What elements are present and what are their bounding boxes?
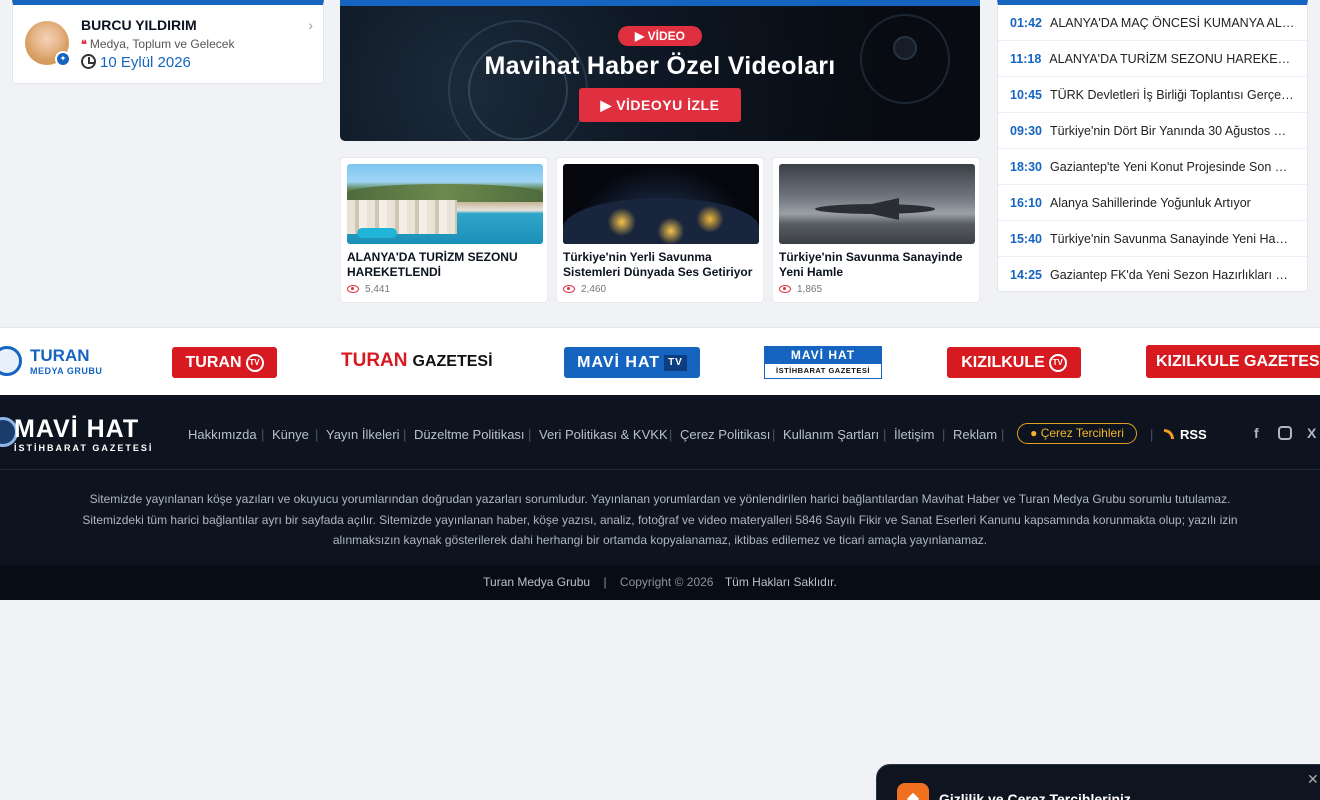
news-image[interactable] xyxy=(347,164,543,244)
news-card[interactable]: ALANYA'DA TURİZM SEZONU HAREKETLENDİ 5,4… xyxy=(340,157,548,303)
divider: | xyxy=(603,575,607,589)
divider: | xyxy=(528,427,532,442)
copyright: Copyright © 2026 xyxy=(619,575,714,589)
footer-link-kunye[interactable]: Künye xyxy=(272,427,309,442)
news-image[interactable] xyxy=(563,164,759,244)
watch-video-button[interactable]: ▶ VİDEOYU İZLE xyxy=(579,88,741,122)
eye-icon xyxy=(779,285,791,293)
news-views: 2,460 xyxy=(563,284,606,295)
footer-link-iletisim[interactable]: İletişim xyxy=(894,427,934,442)
author-card[interactable]: ✦ BURCU YILDIRIM ❝ Medya, Toplum ve Gelec… xyxy=(12,0,324,84)
divider: | xyxy=(669,427,673,442)
divider: | xyxy=(261,427,265,442)
footer-link-cerez-politikasi[interactable]: Çerez Politikası xyxy=(680,427,770,442)
footer-link-duzeltme[interactable]: Düzeltme Politikası xyxy=(414,427,525,442)
quote-icon: ❝ xyxy=(81,39,87,51)
turan-medya-logo[interactable]: TURAN MEDYA GRUBU xyxy=(0,344,120,376)
author-name: BURCU YILDIRIM xyxy=(81,17,197,33)
author-date: 10 Eylül 2026 xyxy=(81,54,191,71)
chevron-right-icon[interactable]: › xyxy=(308,17,313,33)
cookie-icon: ● xyxy=(1030,426,1041,440)
turan-gazetesi-logo[interactable]: TURAN GAZETESİ xyxy=(341,350,493,380)
news-card[interactable]: Türkiye'nin Yerli Savunma Sistemleri Dün… xyxy=(556,157,764,303)
pool xyxy=(357,228,397,238)
footer-link-kullanim-sartlari[interactable]: Kullanım Şartları xyxy=(783,427,879,442)
compass-icon: ✦ xyxy=(55,51,71,67)
play-icon: ▶ xyxy=(635,29,648,43)
close-icon[interactable]: ✕ xyxy=(1307,771,1319,788)
divider: | xyxy=(772,427,776,442)
divider: | xyxy=(1001,427,1005,442)
author-column: ❝ Medya, Toplum ve Gelecek xyxy=(81,37,235,51)
turan-tv-logo[interactable]: TURAN TV xyxy=(172,347,277,378)
eye-icon xyxy=(347,285,359,293)
facebook-icon[interactable]: f xyxy=(1254,425,1259,441)
list-item[interactable]: 01:42 ALANYA'DA MAÇ ÖNCESİ KUMANYA ALIMI xyxy=(998,5,1307,41)
aircraft-wing xyxy=(849,198,899,220)
divider: | xyxy=(403,427,407,442)
video-title: Mavihat Haber Özel Videoları xyxy=(484,52,836,80)
cookie-icon: ◆ xyxy=(897,783,929,800)
list-item[interactable]: 09:30 Türkiye'nin Dört Bir Yanında 30 Ağu… xyxy=(998,113,1307,149)
rights-text: Tüm Hakları Saklıdır. xyxy=(724,575,837,589)
video-badge: ▶ VİDEO xyxy=(618,26,702,46)
play-icon: ▶ xyxy=(600,97,617,113)
cookie-preferences-button[interactable]: ● Çerez Tercihleri xyxy=(1017,423,1137,444)
list-item[interactable]: 18:30 Gaziantep'te Yeni Konut Projesinde … xyxy=(998,149,1307,185)
mavihat-istihbarat-logo[interactable]: MAVİ HAT İSTİHBARAT GAZETESİ xyxy=(764,346,882,379)
turan-emblem-icon xyxy=(0,346,22,376)
footer-link-hakkimizda[interactable]: Hakkımızda xyxy=(188,427,257,442)
video-banner[interactable]: ▶ VİDEO Mavihat Haber Özel Videoları ▶ V… xyxy=(340,0,980,141)
news-card[interactable]: Türkiye'nin Savunma Sanayinde Yeni Hamle… xyxy=(772,157,980,303)
list-item[interactable]: 15:40 Türkiye'nin Savunma Sanayinde Yeni … xyxy=(998,221,1307,257)
news-views: 5,441 xyxy=(347,284,390,295)
news-views: 1,865 xyxy=(779,284,822,295)
footer-link-kvkk[interactable]: Veri Politikası & KVKK xyxy=(539,427,668,442)
footer-link-reklam[interactable]: Reklam xyxy=(953,427,997,442)
divider: | xyxy=(942,427,946,442)
list-item[interactable]: 11:18 ALANYA'DA TURİZM SEZONU HAREKETLEND… xyxy=(998,41,1307,77)
company-name: Turan Medya Grubu xyxy=(483,575,591,589)
divider: | xyxy=(315,427,319,442)
divider: | xyxy=(1150,427,1154,442)
eye-icon xyxy=(563,285,575,293)
news-title[interactable]: ALANYA'DA TURİZM SEZONU HAREKETLENDİ xyxy=(347,250,543,280)
footer-copyright-bar: Turan Medya Grubu | Copyright © 2026 Tüm… xyxy=(0,565,1320,600)
footer-link-yayin-ilkeleri[interactable]: Yayın İlkeleri xyxy=(326,427,399,442)
x-twitter-icon[interactable]: X xyxy=(1307,425,1316,441)
partner-logos: TURAN MEDYA GRUBU TURAN TV TURAN GAZETESİ … xyxy=(0,327,1320,395)
rss-icon xyxy=(1164,429,1174,439)
divider: | xyxy=(883,427,887,442)
footer-top-bar: MAVİ HAT İSTİHBARAT GAZETESİ Hakkımızda … xyxy=(0,395,1320,470)
site-footer: MAVİ HAT İSTİHBARAT GAZETESİ Hakkımızda … xyxy=(0,395,1320,600)
latest-news-list: 01:42 ALANYA'DA MAÇ ÖNCESİ KUMANYA ALIMI … xyxy=(997,0,1308,292)
instagram-icon[interactable] xyxy=(1278,426,1292,440)
news-title[interactable]: Türkiye'nin Yerli Savunma Sistemleri Dün… xyxy=(563,250,759,280)
kizilkule-gazetesi-logo[interactable]: KIZILKULE GAZETESİ xyxy=(1146,345,1320,378)
earth-lights xyxy=(563,198,759,244)
kizilkule-tv-logo[interactable]: KIZILKULE TV xyxy=(947,347,1081,378)
mavihat-tv-logo[interactable]: MAVİ HAT TV xyxy=(564,347,700,378)
popup-title: Gizlilik ve Çerez Tercihleriniz xyxy=(939,791,1131,800)
list-item[interactable]: 14:25 Gaziantep FK'da Yeni Sezon Hazırlık… xyxy=(998,257,1307,293)
list-item[interactable]: 16:10 Alanya Sahillerinde Yoğunluk Artıyo… xyxy=(998,185,1307,221)
list-item[interactable]: 10:45 TÜRK Devletleri İş Birliği Toplantı… xyxy=(998,77,1307,113)
clock-icon xyxy=(81,54,96,69)
news-title[interactable]: Türkiye'nin Savunma Sanayinde Yeni Hamle xyxy=(779,250,975,280)
rss-link[interactable]: RSS xyxy=(1164,427,1207,442)
news-image[interactable] xyxy=(779,164,975,244)
cookie-consent-popup[interactable]: ◆ Gizlilik ve Çerez Tercihleriniz ✕ xyxy=(876,764,1320,800)
footer-disclaimer: Sitemizde yayınlanan köşe yazıları ve ok… xyxy=(82,492,1238,547)
